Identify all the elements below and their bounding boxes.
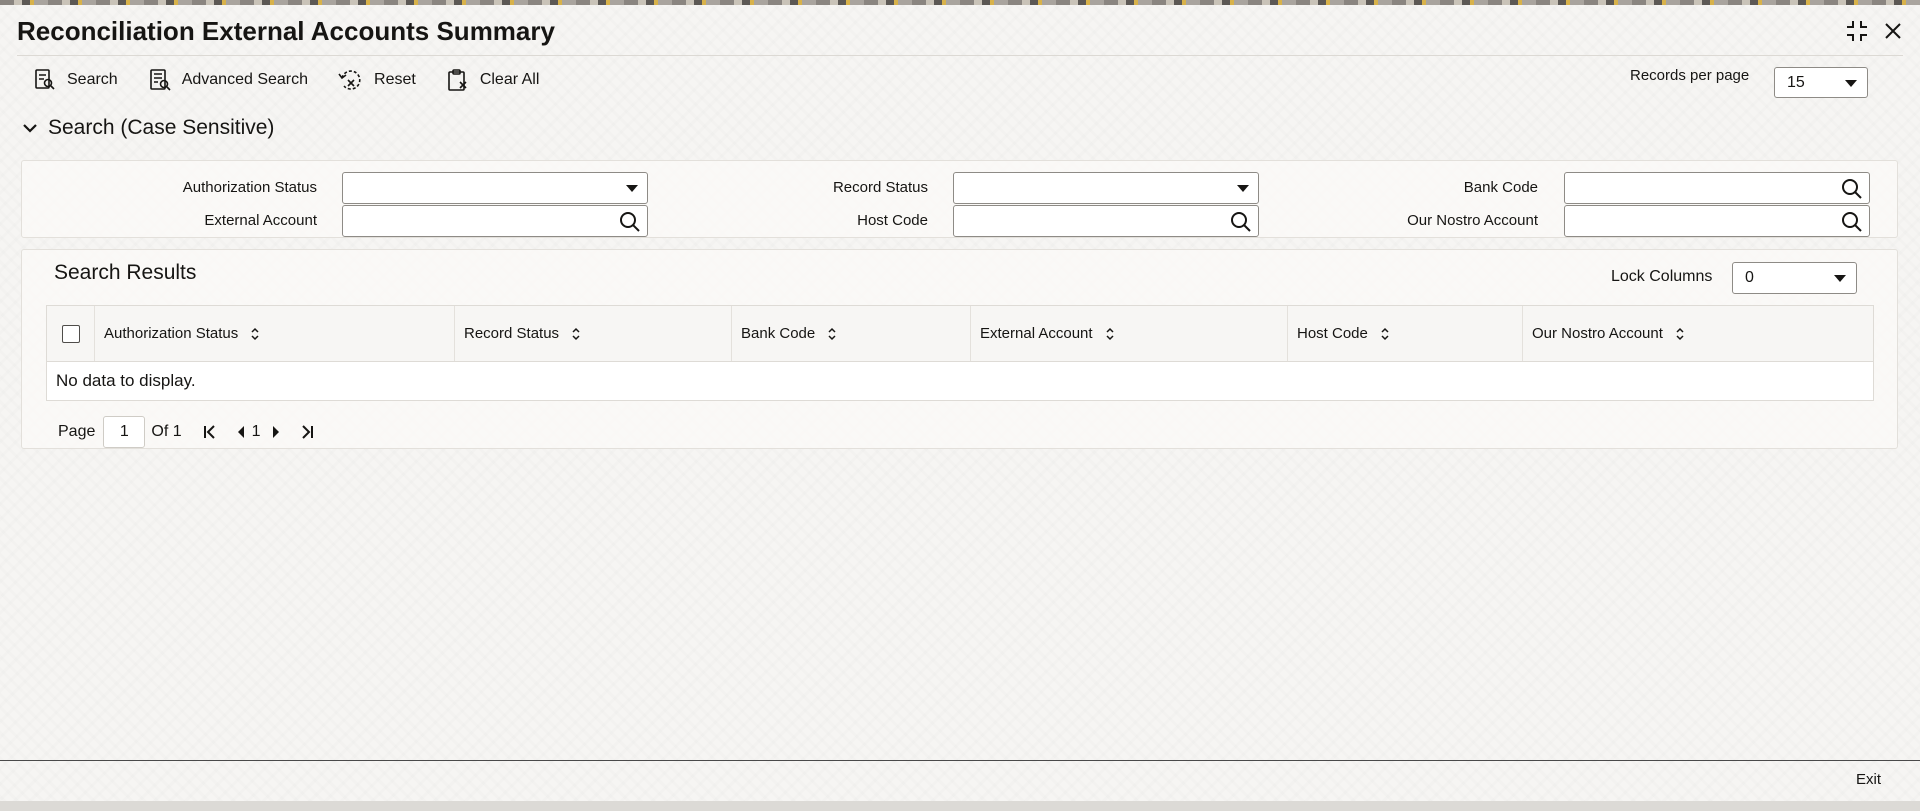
previous-page-icon[interactable] — [236, 425, 246, 439]
column-header-label: Authorization Status — [104, 325, 239, 342]
external-account-input[interactable] — [342, 205, 648, 237]
advanced-search-button[interactable]: Advanced Search — [148, 66, 308, 94]
magnifier-icon[interactable] — [1840, 210, 1864, 239]
toolbar: Search Advanced Search Reset Clear All — [33, 66, 539, 94]
column-header-label: Bank Code — [741, 325, 816, 342]
search-doc-icon — [35, 69, 55, 90]
chevron-down-icon — [1237, 185, 1249, 192]
search-button-label: Search — [67, 71, 118, 88]
select-all-column — [47, 306, 95, 361]
our-nostro-account-label: Our Nostro Account — [1407, 212, 1538, 229]
page-title: Reconciliation External Accounts Summary — [17, 16, 555, 46]
search-results-title: Search Results — [54, 261, 197, 284]
sort-icon — [1676, 327, 1684, 340]
record-status-label: Record Status — [832, 179, 928, 196]
reset-icon — [338, 70, 361, 90]
record-status-select[interactable] — [953, 172, 1259, 204]
sort-icon — [572, 327, 580, 340]
column-header-label: Our Nostro Account — [1532, 325, 1663, 342]
clear-all-button[interactable]: Clear All — [446, 66, 540, 94]
title-divider — [17, 55, 1903, 56]
column-header-label: Host Code — [1297, 325, 1368, 342]
top-banner-strip — [0, 0, 1920, 5]
advanced-search-button-label: Advanced Search — [181, 71, 309, 88]
search-section-toggle[interactable]: Search (Case Sensitive) — [22, 116, 274, 140]
current-page-input[interactable]: 1 — [103, 416, 146, 448]
sort-icon — [251, 327, 259, 340]
clear-all-button-label: Clear All — [479, 71, 540, 88]
bank-code-label: Bank Code — [1463, 179, 1538, 196]
bottom-status-bar — [0, 801, 1920, 811]
sort-icon — [828, 327, 836, 340]
sort-icon — [1106, 327, 1114, 340]
records-per-page-select[interactable]: 15 — [1774, 67, 1868, 98]
column-header-our-nostro-account[interactable]: Our Nostro Account — [1523, 306, 1873, 361]
page-label: Page — [58, 423, 96, 440]
empty-table-message: No data to display. — [56, 371, 196, 390]
records-per-page-value: 15 — [1787, 73, 1805, 91]
column-header-record-status[interactable]: Record Status — [455, 306, 732, 361]
advanced-search-icon — [149, 69, 171, 91]
clipboard-clear-icon — [448, 69, 467, 91]
column-header-host-code[interactable]: Host Code — [1288, 306, 1523, 361]
column-header-external-account[interactable]: External Account — [971, 306, 1288, 361]
lock-columns-label: Lock Columns — [1611, 268, 1713, 285]
pagination: Page 1 Of 1 1 — [58, 416, 315, 448]
reset-button[interactable]: Reset — [338, 66, 416, 94]
column-header-authorization-status[interactable]: Authorization Status — [95, 306, 455, 361]
chevron-down-icon — [1845, 79, 1857, 87]
next-page-icon[interactable] — [271, 425, 281, 439]
our-nostro-account-input[interactable] — [1564, 205, 1870, 237]
column-header-bank-code[interactable]: Bank Code — [732, 306, 971, 361]
lock-columns-value: 0 — [1745, 269, 1754, 286]
chevron-down-icon — [1834, 275, 1846, 282]
lock-columns-select[interactable]: 0 — [1732, 262, 1857, 294]
chevron-down-icon — [23, 124, 37, 133]
compress-icon[interactable] — [1844, 18, 1870, 44]
authorization-status-select[interactable] — [342, 172, 648, 204]
results-table-header: Authorization Status Record Status Bank … — [47, 306, 1873, 362]
first-page-icon[interactable] — [202, 424, 218, 440]
host-code-input[interactable] — [953, 205, 1259, 237]
exit-button[interactable]: Exit — [1856, 771, 1881, 788]
magnifier-icon[interactable] — [1229, 210, 1253, 239]
window-controls — [1844, 18, 1906, 44]
column-header-label: Record Status — [464, 325, 560, 342]
authorization-status-label: Authorization Status — [182, 179, 317, 196]
chevron-down-icon — [626, 185, 638, 192]
close-icon[interactable] — [1880, 18, 1906, 44]
sort-icon — [1381, 327, 1389, 340]
page-of-label: Of 1 — [151, 423, 182, 440]
bank-code-input[interactable] — [1564, 172, 1870, 204]
reset-button-label: Reset — [374, 71, 416, 88]
column-header-label: External Account — [980, 325, 1093, 342]
select-all-checkbox[interactable] — [61, 324, 80, 343]
last-page-icon[interactable] — [299, 424, 315, 440]
results-table: Authorization Status Record Status Bank … — [46, 305, 1874, 401]
records-per-page-label: Records per page — [1630, 67, 1750, 84]
page-link[interactable]: 1 — [252, 423, 261, 441]
search-button[interactable]: Search — [33, 66, 118, 94]
footer-divider — [0, 760, 1920, 761]
magnifier-icon[interactable] — [618, 210, 642, 239]
search-section-title: Search (Case Sensitive) — [48, 116, 275, 139]
magnifier-icon[interactable] — [1840, 177, 1864, 206]
host-code-label: Host Code — [857, 212, 928, 229]
external-account-label: External Account — [204, 212, 317, 229]
